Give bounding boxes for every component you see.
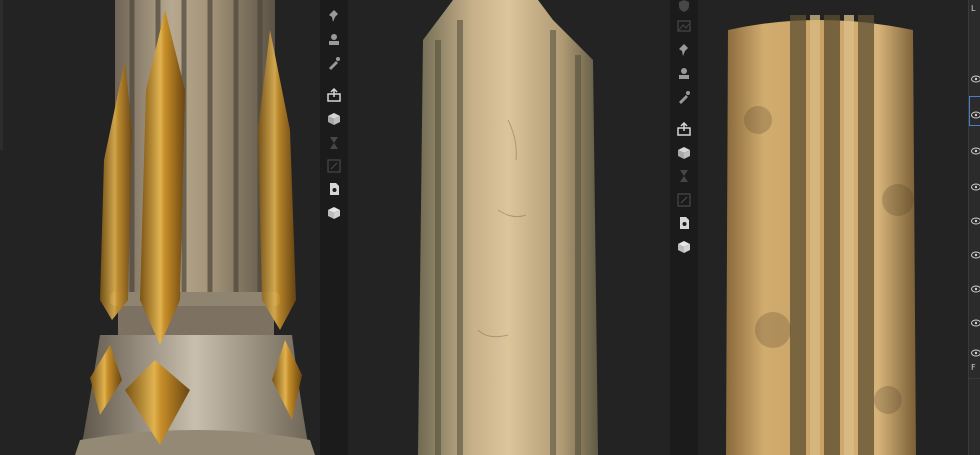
eye-icon[interactable]	[971, 342, 980, 357]
stamp-icon[interactable]	[676, 66, 692, 82]
eyedropper-icon[interactable]	[676, 89, 692, 105]
resize-icon[interactable]	[676, 192, 692, 208]
tool-strip-left	[320, 0, 348, 455]
ornate-column-render	[0, 0, 320, 455]
export-icon[interactable]	[676, 121, 692, 137]
eye-icon[interactable]	[971, 244, 980, 259]
eye-icon[interactable]	[971, 68, 980, 83]
bake-icon[interactable]	[326, 111, 342, 127]
hourglass-icon[interactable]	[326, 135, 342, 151]
layers-panel-letter: L	[971, 4, 976, 13]
cube-icon[interactable]	[676, 239, 692, 255]
eye-icon[interactable]	[971, 210, 980, 225]
viewport-middle-broken-column[interactable]	[348, 0, 668, 455]
panel-divider	[969, 378, 980, 379]
pin-icon[interactable]	[326, 8, 342, 24]
stamp-icon[interactable]	[326, 32, 342, 48]
eye-icon[interactable]	[971, 278, 980, 293]
resize-icon[interactable]	[326, 158, 342, 174]
tool-strip-right	[670, 0, 698, 455]
layers-panel: L F	[968, 0, 980, 455]
eye-icon[interactable]	[971, 176, 980, 191]
hourglass-icon[interactable]	[676, 168, 692, 184]
properties-panel-letter: F	[971, 363, 976, 372]
cube-icon[interactable]	[326, 205, 342, 221]
fluted-column-render	[698, 0, 968, 455]
viewport-left-ornate-column[interactable]	[0, 0, 320, 455]
bake-icon[interactable]	[676, 145, 692, 161]
document-icon[interactable]	[326, 181, 342, 197]
document-icon[interactable]	[676, 215, 692, 231]
export-icon[interactable]	[326, 87, 342, 103]
image-icon[interactable]	[676, 18, 692, 34]
pin-icon[interactable]	[676, 42, 692, 58]
layer-selected-outline	[969, 96, 980, 126]
eye-icon[interactable]	[971, 140, 980, 155]
eyedropper-icon[interactable]	[326, 55, 342, 71]
shield-icon[interactable]	[676, 0, 692, 14]
viewport-right-fluted-column[interactable]	[698, 0, 968, 455]
broken-column-render	[348, 0, 668, 455]
eye-icon[interactable]	[971, 312, 980, 327]
